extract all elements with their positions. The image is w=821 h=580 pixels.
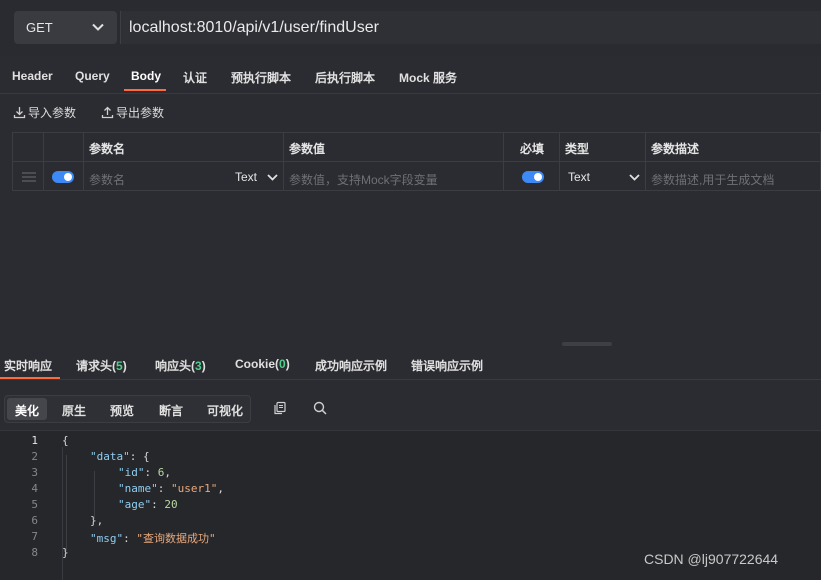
json-brace: } [62,546,69,559]
json-brace: { [62,434,69,447]
tab-response-headers[interactable]: 响应头(3) [155,357,206,374]
method-select[interactable]: GET [14,11,117,44]
view-raw-button[interactable]: 原生 [54,398,94,420]
indent-guide [66,455,67,551]
tab-query[interactable]: Query [75,69,110,83]
code-line: } [62,546,69,559]
line-number: 1 [31,434,38,447]
header-param-value: 参数值 [289,142,326,156]
tab-cookie-label: Cookie [235,357,276,371]
code-line: { [62,434,69,447]
param-name-input[interactable]: 参数名 [89,171,125,188]
param-name-type-label: Text [235,170,258,184]
line-number: 4 [31,482,38,495]
header-param-name: 参数名 [89,142,126,156]
param-name-type-select[interactable]: Text [229,170,279,188]
drag-handle-icon[interactable] [22,171,36,183]
export-params-button[interactable]: 导出参数 [101,104,164,121]
row-enabled-toggle[interactable] [52,171,74,183]
code-line: "data": { [90,450,150,463]
copy-icon[interactable] [273,401,287,415]
header-required: 必填 [520,142,545,156]
required-toggle[interactable] [522,171,544,183]
param-value-input[interactable]: 参数值，支持Mock字段变量 [289,171,438,188]
json-key: "id" [118,466,145,479]
import-params-button[interactable]: 导入参数 [13,104,76,121]
tab-header[interactable]: Header [12,69,53,83]
export-icon [101,106,114,119]
line-number: 2 [31,450,38,463]
json-key: "data" [90,450,130,463]
chevron-down-icon [267,174,278,181]
response-tabs: 实时响应 请求头(5) 响应头(3) Cookie(0) 成功响应示例 错误响应… [0,348,821,380]
tab-request-headers[interactable]: 请求头(5) [76,357,127,374]
code-line: }, [90,514,103,527]
line-number: 6 [31,514,38,527]
tab-request-headers-label: 请求头 [76,359,113,373]
view-pretty-button[interactable]: 美化 [7,398,48,420]
json-key: "age" [118,498,152,511]
url-text: localhost:8010/api/v1/user/findUser [129,19,379,36]
view-visualize-button[interactable]: 可视化 [199,398,251,420]
search-icon[interactable] [313,401,327,415]
export-label: 导出参数 [116,106,165,120]
chevron-down-icon [92,23,104,31]
table-row: 参数名 Text 参数值，支持Mock字段变量 Text 参数描述,用于生成文档 [13,163,821,191]
method-label: GET [26,20,53,35]
tab-mock[interactable]: Mock 服务 [399,69,457,86]
line-number: 3 [31,466,38,479]
chevron-down-icon [629,174,640,181]
tab-post-script[interactable]: 后执行脚本 [315,69,375,86]
count-badge: 0 [279,357,286,371]
json-number: 6 [157,466,165,479]
view-preview-button[interactable]: 预览 [102,398,142,420]
params-table: 参数名 参数值 必填 类型 参数描述 参数名 Text 参数值，支持Mock字段… [12,132,821,191]
param-type-label: Text [568,170,591,184]
import-icon [13,107,26,119]
count-badge: 3 [195,359,202,373]
request-tabs: Header Query Body 认证 预执行脚本 后执行脚本 Mock 服务 [0,58,821,94]
url-input[interactable]: localhost:8010/api/v1/user/findUser [120,11,821,44]
json-key: "name" [118,482,158,495]
json-key: "msg" [90,532,124,545]
resize-handle[interactable] [562,342,612,346]
view-assert-button[interactable]: 断言 [151,398,191,420]
param-type-select[interactable]: Text [568,170,643,188]
code-line: "msg": "查询数据成功" [90,532,216,545]
tab-realtime-response[interactable]: 实时响应 [4,357,52,374]
json-string: "查询数据成功" [136,532,216,545]
watermark: CSDN @lj907722644 [644,551,779,567]
line-number: 5 [31,498,38,511]
header-description: 参数描述 [651,142,700,156]
tab-response-headers-label: 响应头 [155,359,192,373]
tab-success-example[interactable]: 成功响应示例 [315,357,387,374]
tab-pre-script[interactable]: 预执行脚本 [231,69,291,86]
code-line: "name": "user1", [118,482,224,495]
active-response-tab-indicator [0,377,60,379]
param-description-input[interactable]: 参数描述,用于生成文档 [651,171,774,188]
tab-cookie[interactable]: Cookie(0) [235,357,290,371]
json-number: 20 [164,498,178,511]
json-string: "user1" [171,482,218,495]
view-mode-group: 美化 原生 预览 断言 可视化 [4,395,251,423]
request-bar: GET localhost:8010/api/v1/user/findUser [0,0,821,56]
tab-body[interactable]: Body [131,69,161,83]
tab-auth[interactable]: 认证 [183,69,207,86]
tab-error-example[interactable]: 错误响应示例 [411,357,483,374]
params-table-header: 参数名 参数值 必填 类型 参数描述 [13,133,821,162]
json-brace: }, [90,514,104,527]
code-line: "id": 6, [118,466,171,479]
import-label: 导入参数 [28,106,77,120]
code-line: "age": 20 [118,498,178,511]
header-type: 类型 [565,142,590,156]
indent-guide [94,471,95,519]
gutter-divider [62,447,63,580]
line-number: 7 [31,530,38,543]
active-tab-indicator [124,89,166,91]
line-number: 8 [31,546,38,559]
count-badge: 5 [116,359,123,373]
